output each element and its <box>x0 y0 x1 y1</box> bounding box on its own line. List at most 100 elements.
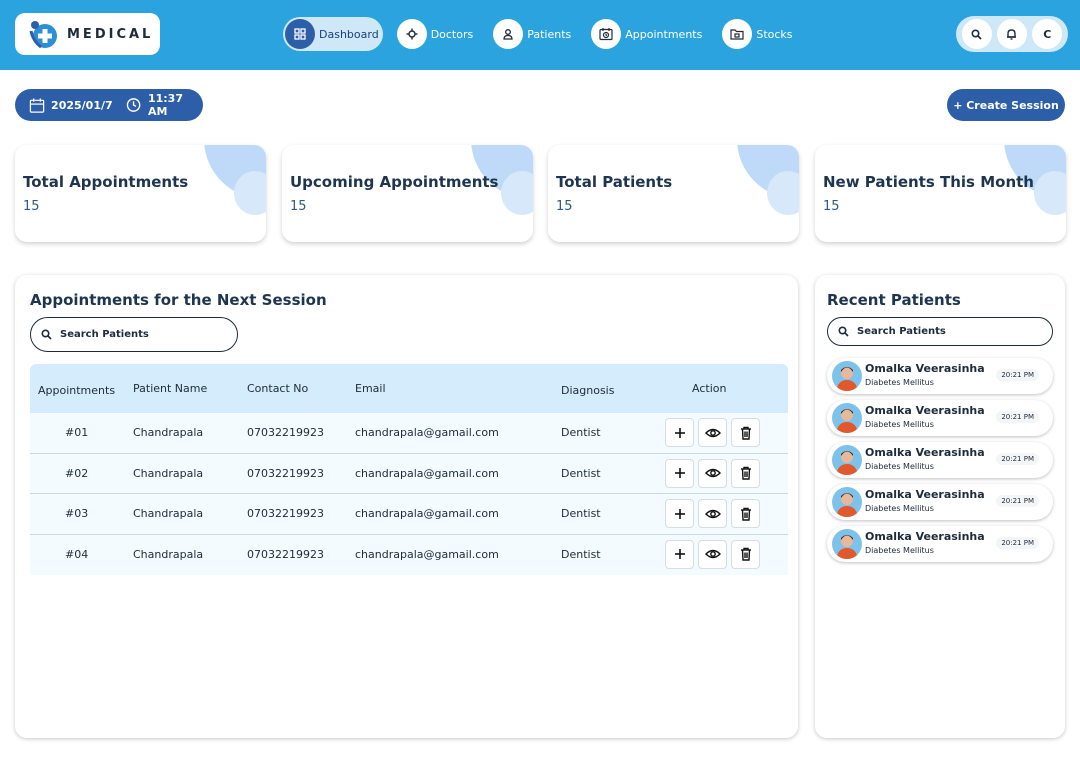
search-icon <box>971 28 982 40</box>
date-time-pill: 2025/01/7 11:37 AM <box>15 89 203 121</box>
contact-no: 07032219923 <box>247 507 324 520</box>
add-button[interactable] <box>665 499 694 528</box>
col-contact-no: Contact No <box>247 382 309 395</box>
nav-dashboard[interactable]: Dashboard <box>283 17 383 51</box>
patient-diagnosis: Diabetes Mellitus <box>865 504 934 513</box>
recent-patients-title: Recent Patients <box>827 291 961 309</box>
patient-time: 20:21 PM <box>996 369 1039 381</box>
nav-doctors[interactable]: Doctors <box>395 17 480 51</box>
stat-title: Upcoming Appointments <box>290 173 499 191</box>
stat-value: 15 <box>823 199 840 214</box>
search-button[interactable] <box>961 19 992 49</box>
calendar-clock-icon <box>591 19 622 49</box>
add-button[interactable] <box>665 458 694 488</box>
decorative-circle <box>234 171 266 215</box>
current-date: 2025/01/7 <box>51 98 113 112</box>
trash-icon <box>740 426 751 440</box>
search-icon <box>41 329 52 340</box>
eye-icon <box>704 549 721 559</box>
main-nav: Dashboard Doctors Patients Appointments … <box>283 17 811 51</box>
email: chandrapala@gamail.com <box>355 426 499 439</box>
patient-diagnosis: Diabetes Mellitus <box>865 546 934 555</box>
email: chandrapala@gamail.com <box>355 466 499 480</box>
recent-patient-item[interactable]: Omalka Veerasinha Diabetes Mellitus 20:2… <box>827 442 1053 478</box>
plus-icon <box>674 508 685 519</box>
clock-icon <box>126 98 141 112</box>
view-button[interactable] <box>698 418 727 447</box>
stat-value: 15 <box>290 199 307 214</box>
add-button[interactable] <box>665 418 694 447</box>
nav-stocks-label: Stocks <box>756 27 793 41</box>
stethoscope-icon <box>396 19 427 49</box>
patient-name: Chandrapala <box>133 426 204 439</box>
appointments-table: Appointments Patient Name Contact No Ema… <box>30 364 788 575</box>
patient-diagnosis: Diabetes Mellitus <box>865 420 934 429</box>
plus-icon <box>674 549 685 559</box>
nav-appointments[interactable]: Appointments <box>589 17 708 51</box>
view-button[interactable] <box>698 499 727 528</box>
plus-icon <box>674 427 685 438</box>
col-email: Email <box>355 382 386 395</box>
table-header: Appointments Patient Name Contact No Ema… <box>30 364 788 413</box>
create-session-button[interactable]: + Create Session <box>947 89 1065 121</box>
appointments-panel-title: Appointments for the Next Session <box>30 291 327 309</box>
appointments-search[interactable] <box>30 317 238 352</box>
patient-diagnosis: Diabetes Mellitus <box>865 378 934 387</box>
profile-avatar-button[interactable]: C <box>1032 19 1063 49</box>
recent-patient-item[interactable]: Omalka Veerasinha Diabetes Mellitus 20:2… <box>827 358 1053 394</box>
delete-button[interactable] <box>731 458 760 488</box>
patient-name: Omalka Veerasinha <box>865 446 985 459</box>
eye-icon <box>704 428 721 437</box>
delete-button[interactable] <box>731 499 760 528</box>
diagnosis: Dentist <box>561 547 601 561</box>
avatar <box>832 487 862 517</box>
user-icon <box>493 19 524 49</box>
trash-icon <box>740 466 751 480</box>
recent-patient-item[interactable]: Omalka Veerasinha Diabetes Mellitus 20:2… <box>827 526 1053 562</box>
stat-value: 15 <box>23 199 40 214</box>
recent-patients-search-input[interactable] <box>857 326 1007 337</box>
nav-doctors-label: Doctors <box>430 27 474 41</box>
diagnosis: Dentist <box>561 466 601 480</box>
view-button[interactable] <box>698 539 727 569</box>
appointments-panel: Appointments for the Next Session Appoin… <box>15 275 798 738</box>
view-button[interactable] <box>698 458 727 488</box>
stat-card-total-appointments: Total Appointments 15 <box>15 145 266 242</box>
contact-no: 07032219923 <box>247 547 324 561</box>
recent-patients-search[interactable] <box>827 317 1053 346</box>
patient-time: 20:21 PM <box>996 453 1039 465</box>
current-time: 11:37 AM <box>147 92 183 118</box>
header-actions: C <box>956 16 1068 52</box>
col-appointments: Appointments <box>38 384 116 397</box>
patient-name: Chandrapala <box>133 507 204 520</box>
stat-card-new-patients: New Patients This Month 15 <box>815 145 1066 242</box>
col-diagnosis: Diagnosis <box>561 384 615 397</box>
decorative-circle <box>501 171 533 215</box>
recent-patients-panel: Recent Patients Omalka Veerasinha Diabet… <box>815 275 1065 738</box>
folder-icon <box>722 19 753 49</box>
patient-name: Omalka Veerasinha <box>865 488 985 501</box>
patient-time: 20:21 PM <box>996 495 1039 507</box>
search-icon <box>838 326 849 337</box>
notifications-button[interactable] <box>996 19 1027 49</box>
trash-icon <box>740 507 751 521</box>
brand-logo[interactable]: MEDICAL <box>15 13 160 55</box>
nav-stocks[interactable]: Stocks <box>720 17 798 51</box>
contact-no: 07032219923 <box>247 466 324 480</box>
appointments-search-input[interactable] <box>60 329 210 340</box>
recent-patient-item[interactable]: Omalka Veerasinha Diabetes Mellitus 20:2… <box>827 400 1053 436</box>
patient-name: Omalka Veerasinha <box>865 404 985 417</box>
avatar <box>832 529 862 559</box>
delete-button[interactable] <box>731 539 760 569</box>
add-button[interactable] <box>665 539 694 569</box>
email: chandrapala@gamail.com <box>355 507 499 520</box>
stat-card-total-patients: Total Patients 15 <box>548 145 799 242</box>
recent-patient-item[interactable]: Omalka Veerasinha Diabetes Mellitus 20:2… <box>827 484 1053 520</box>
grid-icon <box>285 19 315 49</box>
appointment-id: #02 <box>65 466 89 480</box>
decorative-circle <box>767 171 799 215</box>
nav-patients[interactable]: Patients <box>491 17 577 51</box>
delete-button[interactable] <box>731 418 760 447</box>
decorative-circle <box>1034 171 1066 215</box>
contact-no: 07032219923 <box>247 426 324 439</box>
